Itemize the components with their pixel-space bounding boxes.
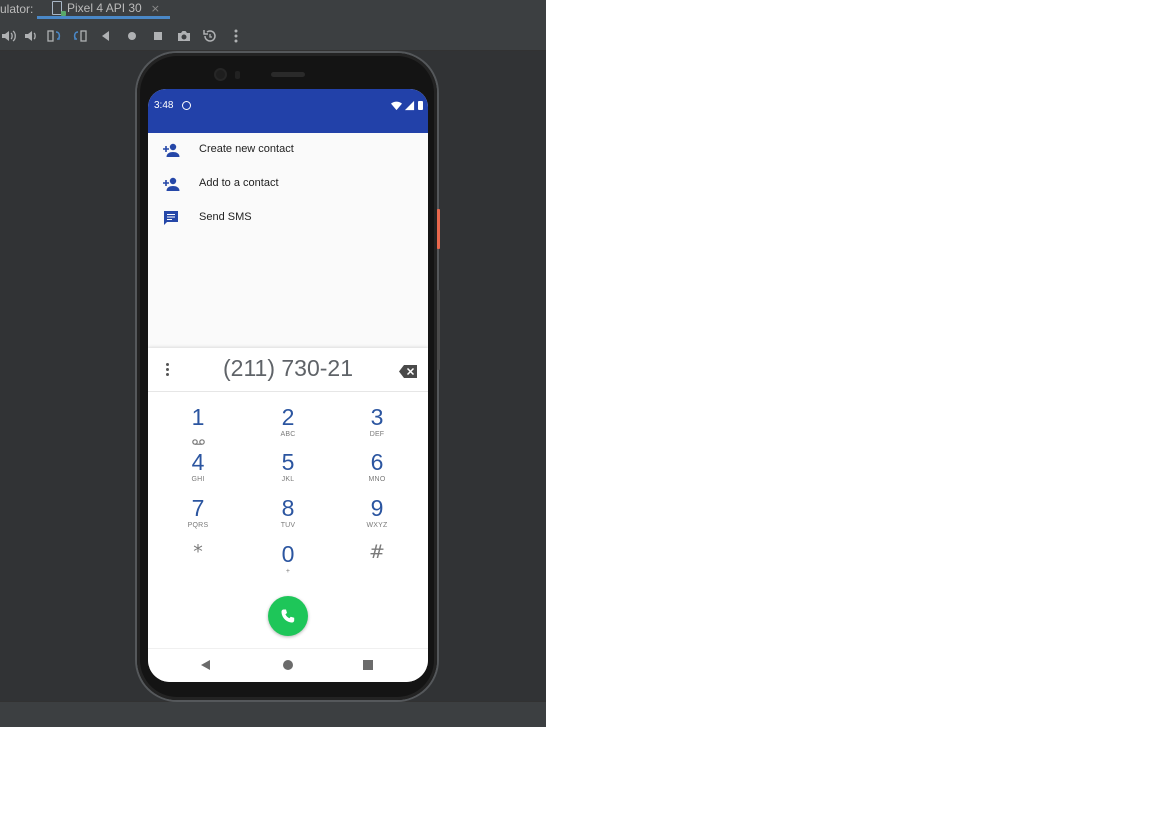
emulator-toolbar — [0, 22, 546, 51]
digits-row: (211) 730-21 — [148, 348, 428, 392]
dialpad-key-3[interactable]: 3 DEF — [337, 405, 417, 445]
overflow-menu-icon[interactable] — [166, 363, 170, 377]
volume-down-icon[interactable] — [21, 26, 41, 46]
send-sms-option[interactable]: Send SMS — [148, 201, 428, 235]
key-symbol: * — [193, 541, 203, 563]
dialpad-key-8[interactable]: 8 TUV — [248, 496, 328, 536]
notification-icon — [182, 101, 191, 110]
option-label: Add to a contact — [199, 177, 279, 189]
key-digit: 6 — [370, 449, 384, 475]
dialpad-key-4[interactable]: 4 GHI — [158, 450, 238, 490]
device-tab-title: Pixel 4 API 30 — [67, 1, 142, 15]
volume-rocker[interactable] — [437, 290, 440, 370]
add-to-contact-option[interactable]: Add to a contact — [148, 167, 428, 201]
person-add-icon — [162, 176, 180, 192]
android-status-bar: 3:48 — [148, 89, 428, 133]
emulator-tab-bar: ulator: Pixel 4 API 30 × — [0, 0, 546, 23]
power-button[interactable] — [437, 209, 440, 249]
dialpad-key-5[interactable]: 5 JKL — [248, 450, 328, 490]
key-digit: 1 — [191, 404, 205, 430]
snapshot-icon[interactable] — [200, 26, 220, 46]
key-digit: 5 — [281, 449, 295, 475]
earpiece-speaker — [271, 72, 305, 77]
tool-window-label: ulator: — [0, 2, 34, 16]
dialer-suggestions: Create new contact Add to a contact Send… — [148, 133, 428, 235]
more-icon[interactable] — [226, 26, 246, 46]
key-letters: + — [285, 568, 291, 575]
back-icon[interactable] — [96, 26, 116, 46]
volume-up-icon[interactable] — [0, 26, 18, 46]
key-letters: JKL — [281, 476, 295, 483]
dialpad-key-9[interactable]: 9 WXYZ — [337, 496, 417, 536]
backspace-icon[interactable] — [399, 363, 417, 378]
key-letters: DEF — [369, 431, 385, 438]
dialpad-key-star[interactable]: * — [158, 540, 238, 580]
key-letters: MNO — [368, 476, 386, 483]
key-digit: 0 — [281, 541, 295, 567]
call-button[interactable] — [268, 596, 308, 636]
signal-icon — [404, 100, 415, 111]
option-label: Send SMS — [199, 211, 252, 223]
rotate-right-icon[interactable] — [70, 26, 90, 46]
dialpad-key-1[interactable]: 1 — [158, 405, 238, 445]
dialpad: (211) 730-21 1 2 ABC 3 DEF 4 GHI 5 JKL 6… — [148, 348, 428, 648]
ide-bottom-bar — [0, 701, 546, 727]
overview-icon[interactable] — [148, 26, 168, 46]
key-letters: ABC — [280, 431, 296, 438]
dialpad-key-2[interactable]: 2 ABC — [248, 405, 328, 445]
option-label: Create new contact — [199, 143, 294, 155]
key-letters: TUV — [280, 522, 296, 529]
dialpad-key-6[interactable]: 6 MNO — [337, 450, 417, 490]
key-digit: 9 — [370, 495, 384, 521]
key-digit: 4 — [191, 449, 205, 475]
front-camera — [216, 70, 225, 79]
create-new-contact-option[interactable]: Create new contact — [148, 133, 428, 167]
key-digit: 2 — [281, 404, 295, 430]
key-symbol: # — [369, 541, 385, 563]
key-letters: PQRS — [187, 522, 209, 529]
status-time: 3:48 — [154, 100, 174, 111]
key-digit: 8 — [281, 495, 295, 521]
phone-icon — [281, 609, 295, 623]
battery-icon — [418, 101, 423, 110]
status-icons — [391, 100, 423, 111]
nav-recents-icon[interactable] — [363, 660, 373, 670]
dialed-number[interactable]: (211) 730-21 — [188, 355, 388, 382]
phone-screen: 3:48 Create new contact Add to a contact… — [148, 89, 428, 682]
device-icon — [52, 1, 66, 16]
key-digit: 3 — [370, 404, 384, 430]
android-nav-bar — [148, 648, 428, 682]
close-icon[interactable]: × — [151, 2, 160, 15]
person-add-icon — [162, 142, 180, 158]
home-icon[interactable] — [122, 26, 142, 46]
key-letters: WXYZ — [366, 522, 388, 529]
rotate-left-icon[interactable] — [44, 26, 64, 46]
key-digit: 7 — [191, 495, 205, 521]
dialpad-key-7[interactable]: 7 PQRS — [158, 496, 238, 536]
nav-home-icon[interactable] — [283, 660, 293, 670]
dialpad-key-0[interactable]: 0 + — [248, 542, 328, 582]
wifi-icon — [391, 101, 402, 111]
message-icon — [162, 210, 180, 226]
device-tab[interactable]: Pixel 4 API 30 × — [37, 0, 170, 19]
key-letters: GHI — [191, 476, 205, 483]
dialpad-key-pound[interactable]: # — [337, 540, 417, 580]
nav-back-icon[interactable] — [201, 660, 210, 670]
voicemail-icon — [191, 430, 205, 445]
camera-icon[interactable] — [174, 26, 194, 46]
face-sensor — [235, 71, 240, 79]
